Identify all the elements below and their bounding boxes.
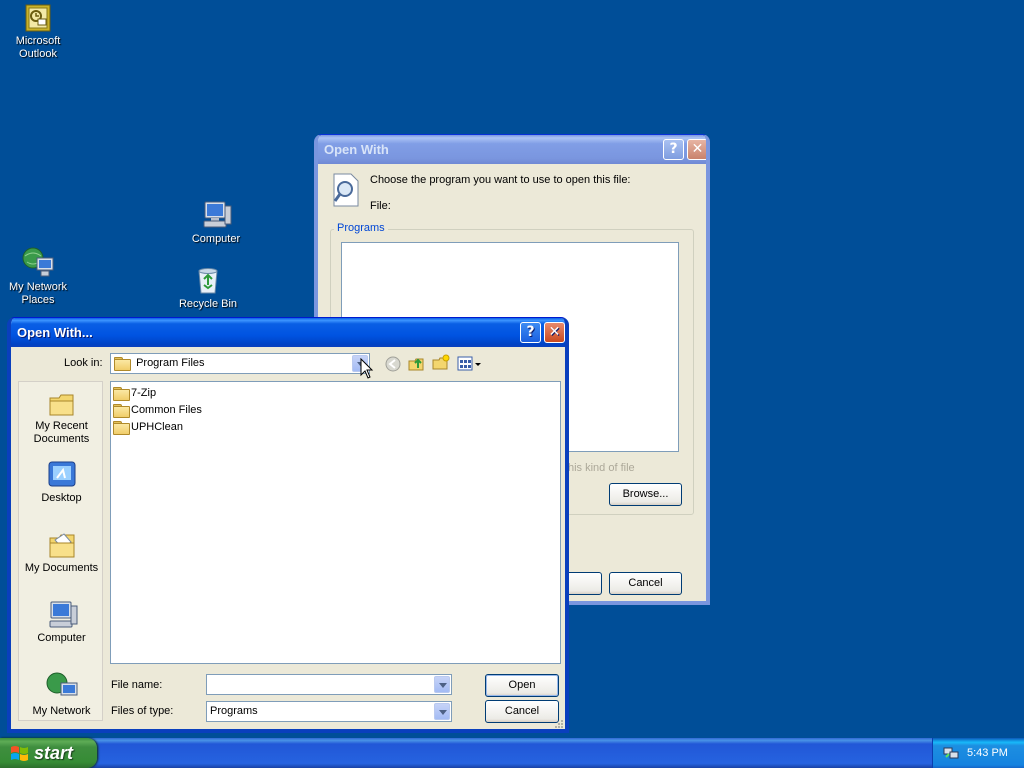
cancel-button[interactable]: Cancel (485, 700, 559, 723)
chevron-down-icon[interactable] (434, 703, 450, 720)
start-button[interactable]: start (0, 738, 97, 768)
start-label: start (34, 743, 74, 763)
place-label: Computer (37, 632, 86, 644)
place-label: My Network (32, 705, 91, 717)
help-button[interactable]: ? (520, 322, 541, 343)
resize-grip-icon[interactable] (554, 719, 564, 729)
file-name: Common Files (131, 404, 202, 416)
view-menu-icon[interactable] (457, 356, 483, 372)
dialog-prompt: Choose the program you want to use to op… (370, 174, 631, 186)
desktop-icon-label: Recycle Bin (178, 298, 238, 310)
file-label: File: (370, 200, 391, 212)
browse-button[interactable]: Browse... (609, 483, 682, 506)
file-name: 7-Zip (131, 387, 157, 399)
list-item[interactable]: UPHClean (113, 419, 183, 436)
mouse-pointer-icon (360, 358, 374, 379)
back-icon[interactable] (385, 356, 401, 372)
clock[interactable]: 5:43 PM (967, 738, 1008, 768)
places-bar: My Recent Documents Desktop My Documents (18, 381, 103, 721)
place-label: Documents (33, 433, 90, 445)
chevron-down-icon[interactable] (434, 676, 450, 693)
close-button[interactable]: ✕ (544, 322, 565, 343)
place-computer[interactable]: Computer (19, 600, 104, 645)
folder-icon (113, 387, 130, 402)
open-button[interactable]: Open (485, 674, 559, 697)
folder-icon (114, 357, 131, 372)
taskbar: start 5:43 PM (0, 738, 1024, 768)
computer-icon (203, 201, 232, 228)
desktop-icon-recycle-bin[interactable]: Recycle Bin (170, 265, 246, 311)
title-bar[interactable]: Open With ? ✕ (318, 135, 706, 164)
programs-group-label: Programs (334, 222, 388, 234)
network-tray-icon[interactable] (943, 745, 959, 761)
network-places-icon (22, 247, 54, 277)
window-title: Open With... (17, 325, 93, 340)
desktop-icon-label: My Network (8, 281, 68, 293)
files-of-type-label: Files of type: (111, 705, 174, 717)
desktop-icon-label: Outlook (19, 48, 57, 60)
desktop-icon (48, 461, 75, 487)
close-button[interactable]: ✕ (687, 139, 706, 160)
window-title: Open With (324, 142, 389, 157)
desktop-icon-outlook[interactable]: Microsoft Outlook (0, 4, 76, 61)
folder-icon (113, 404, 130, 419)
place-my-network[interactable]: My Network (19, 671, 104, 718)
look-in-value: Program Files (136, 357, 205, 369)
desktop-icon-label: Microsoft (15, 35, 61, 47)
file-name-label: File name: (111, 679, 163, 691)
title-bar[interactable]: Open With... ? ✕ (11, 318, 565, 347)
system-tray: 5:43 PM (932, 738, 1024, 768)
help-button[interactable]: ? (663, 139, 684, 160)
place-desktop[interactable]: Desktop (19, 460, 104, 505)
folder-icon (113, 421, 130, 436)
open-file-dialog[interactable]: Open With... ? ✕ Look in: Program Files (7, 317, 569, 733)
list-item[interactable]: 7-Zip (113, 385, 157, 402)
cancel-button[interactable]: Cancel (609, 572, 682, 595)
place-my-documents[interactable]: My Documents (19, 530, 104, 575)
new-folder-icon[interactable] (432, 354, 450, 372)
place-label: My Documents (24, 562, 99, 574)
recycle-bin-icon (198, 268, 218, 294)
place-recent-documents[interactable]: My Recent Documents (19, 392, 104, 446)
desktop-icon-label: Computer (191, 233, 241, 245)
look-in-label: Look in: (64, 357, 103, 369)
network-icon (46, 672, 77, 696)
always-use-text: his kind of file (568, 462, 635, 474)
magnifier-doc-icon (333, 173, 359, 207)
recent-documents-icon (49, 394, 73, 416)
files-of-type-dropdown[interactable]: Programs (206, 701, 452, 722)
desktop-icon-network-places[interactable]: My Network Places (0, 246, 76, 307)
computer-icon (49, 601, 77, 628)
outlook-icon (25, 4, 51, 32)
place-label: Desktop (41, 492, 82, 504)
file-name: UPHClean (131, 421, 183, 433)
my-documents-icon (49, 533, 74, 558)
place-label: My Recent (35, 420, 88, 432)
look-in-dropdown[interactable]: Program Files (110, 353, 370, 374)
list-item[interactable]: Common Files (113, 402, 202, 419)
file-name-field[interactable] (206, 674, 452, 695)
desktop-icon-label: Places (21, 294, 55, 306)
desktop-icon-computer[interactable]: Computer (178, 200, 254, 246)
up-folder-icon[interactable] (407, 354, 425, 372)
windows-logo-icon (11, 746, 28, 761)
files-of-type-value: Programs (210, 705, 258, 717)
file-list[interactable]: 7-Zip Common Files UPHClean (110, 381, 561, 664)
